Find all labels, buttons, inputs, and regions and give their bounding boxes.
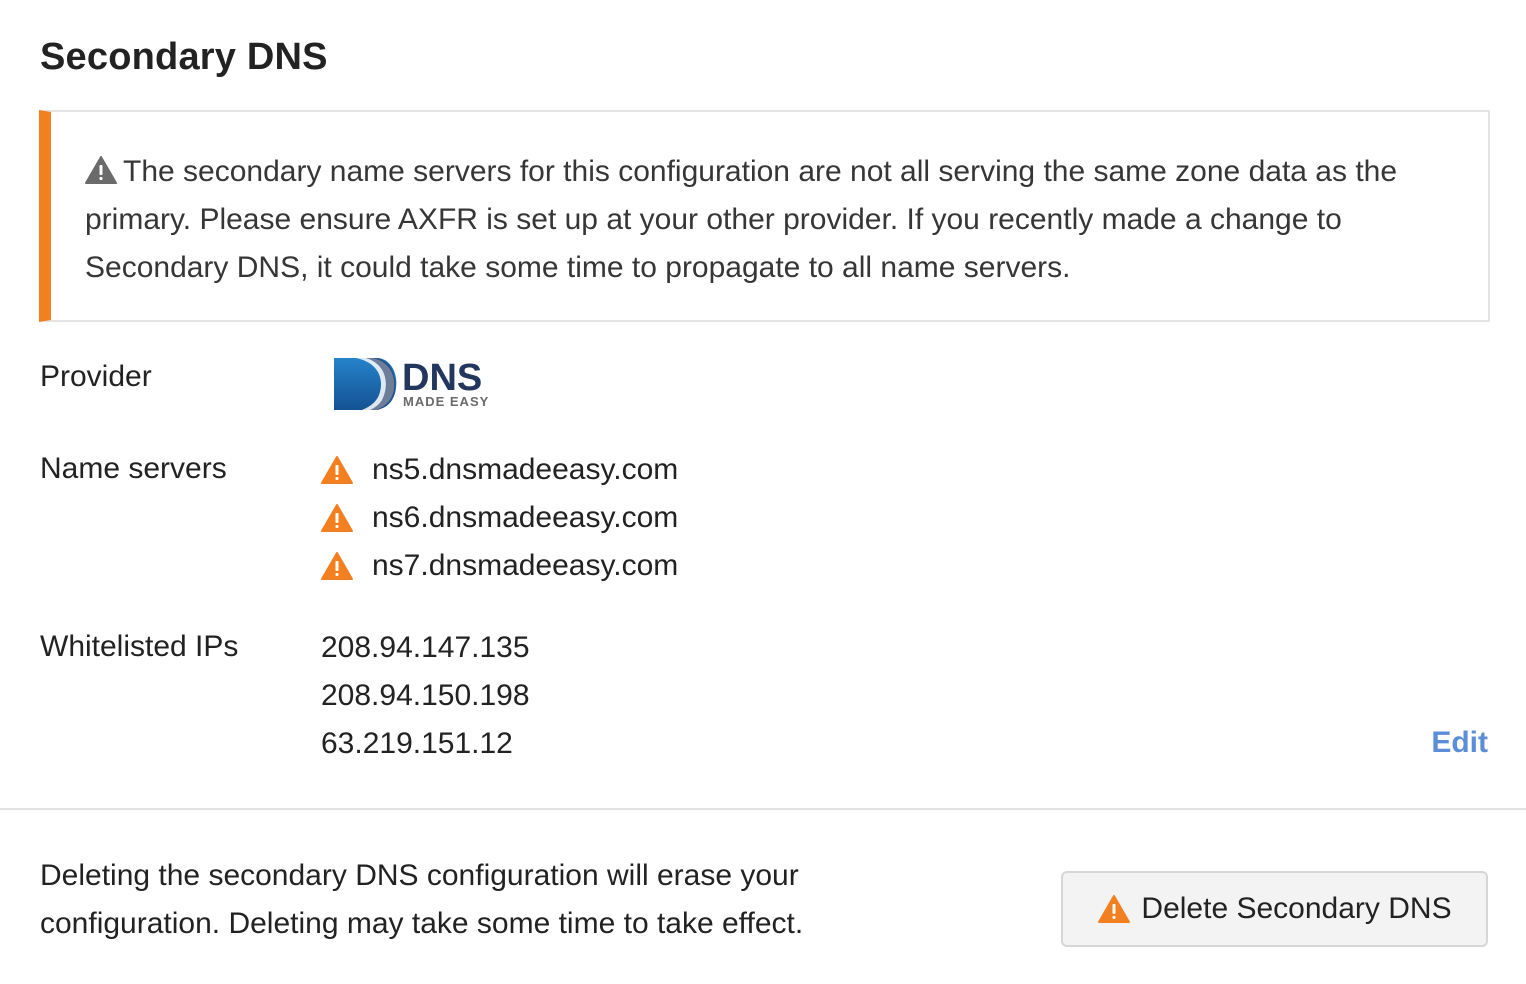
name-servers-list: ns5.dnsmadeeasy.com ns6.dnsmadeeasy.com … [320, 446, 678, 590]
delete-description: Deleting the secondary DNS configuration… [40, 859, 804, 940]
edit-link[interactable]: Edit [1431, 726, 1488, 760]
alert-message: The secondary name servers for this conf… [85, 155, 1398, 284]
name-server-host: ns5.dnsmadeeasy.com [372, 453, 679, 486]
logo-text: DNS [402, 357, 482, 399]
secondary-dns-card: Secondary DNS The secondary name servers… [0, 0, 1526, 984]
whitelisted-ips-list: 208.94.147.135 208.94.150.198 63.219.151… [321, 624, 530, 768]
warning-icon [85, 156, 117, 184]
name-servers-label: Name servers [40, 452, 227, 485]
dnsmadeeasy-logo: DNS MADE EASY [334, 357, 489, 410]
delete-button-label: Delete Secondary DNS [1141, 892, 1452, 925]
whitelisted-ip-item: 63.219.151.12 [321, 727, 513, 760]
provider-label: Provider [40, 360, 152, 393]
whitelisted-ip-item: 208.94.147.135 [321, 631, 530, 664]
section-title: Secondary DNS [40, 36, 328, 78]
name-server-host: ns6.dnsmadeeasy.com [372, 501, 679, 534]
warning-icon [321, 504, 353, 532]
name-server-item: ns5.dnsmadeeasy.com [320, 446, 678, 494]
divider [0, 808, 1526, 810]
warning-alert: The secondary name servers for this conf… [39, 110, 1490, 322]
alert-message-block: The secondary name servers for this conf… [85, 148, 1445, 292]
warning-icon [321, 456, 353, 484]
whitelisted-ips-label: Whitelisted IPs [40, 630, 239, 663]
name-server-item: ns7.dnsmadeeasy.com [320, 542, 678, 590]
name-server-host: ns7.dnsmadeeasy.com [372, 549, 679, 582]
warning-icon [321, 552, 353, 580]
whitelisted-ip-item: 208.94.150.198 [321, 679, 530, 712]
warning-icon [1098, 895, 1131, 923]
delete-secondary-dns-button[interactable]: Delete Secondary DNS [1061, 871, 1488, 947]
name-server-item: ns6.dnsmadeeasy.com [320, 494, 678, 542]
logo-subtext: MADE EASY [403, 394, 489, 409]
